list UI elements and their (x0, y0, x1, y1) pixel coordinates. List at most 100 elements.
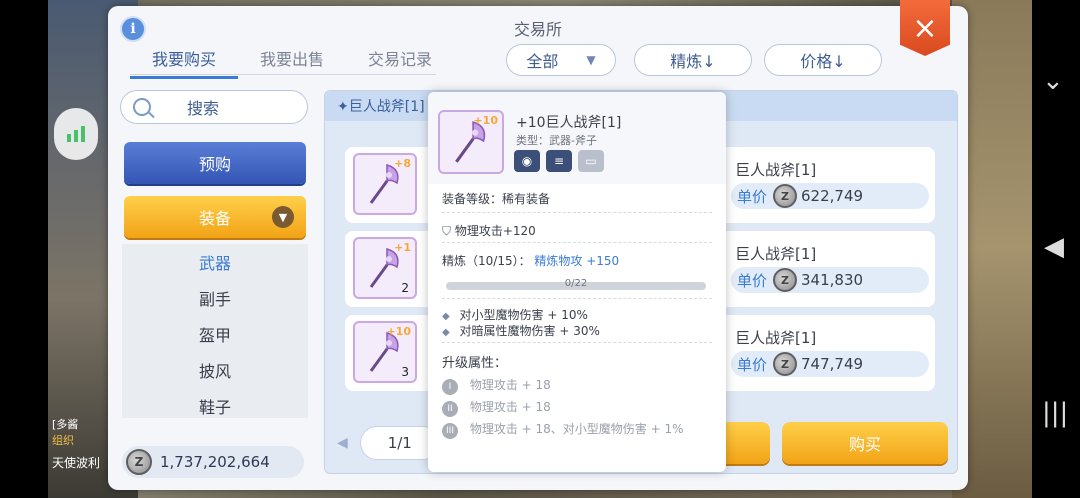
buy-button[interactable]: 购买 (782, 422, 948, 464)
tab-divider (130, 74, 436, 75)
upgrade-line: II 物理攻击 + 18 (442, 398, 712, 417)
detail-search-icon[interactable]: ≡ (546, 150, 572, 172)
effect-line: ◆ 对小型魔物伤害 + 10% (442, 306, 712, 323)
category-filter[interactable]: 全部 ▼ (506, 44, 616, 76)
signal-icon (67, 126, 85, 142)
price-value: 622,749 (801, 187, 864, 205)
effect-text: 对小型魔物伤害 + 10% (459, 308, 588, 322)
price-sort-button[interactable]: 价格↓ (764, 44, 882, 76)
triangle-down-icon: ▼ (586, 53, 596, 67)
search-button[interactable]: 搜索 (120, 90, 308, 124)
category-filter-label: 全部 (526, 52, 559, 71)
tooltip-item-thumbnail: +10 (438, 110, 504, 174)
price-label: 单价 (737, 187, 768, 206)
preview-eye-icon[interactable]: ◉ (514, 150, 540, 172)
chevron-down-icon[interactable]: ⌄ (1042, 66, 1064, 96)
price-box: 单价 Z 341,830 (731, 267, 929, 293)
tooltip-item-type: 类型：武器-斧子 (516, 134, 597, 147)
rank-badge: I (442, 379, 458, 395)
phys-attack-text: 物理攻击+120 (454, 224, 536, 238)
search-label: 搜索 (187, 99, 220, 118)
upgrade-text: 物理攻击 + 18、对小型魔物伤害 + 1% (469, 422, 684, 436)
upgrade-line: III 物理攻击 + 18、对小型魔物伤害 + 1% (442, 420, 712, 439)
diamond-bullet-icon: ◆ (442, 311, 450, 322)
refine-value: 精炼物攻 +150 (534, 254, 620, 268)
price-box: 单价 Z 622,749 (731, 183, 929, 209)
prebuy-button[interactable]: 预购 (124, 142, 306, 184)
price-value: 341,830 (801, 271, 864, 289)
price-label: 单价 (737, 271, 768, 290)
subcategory-cloak[interactable]: 披风 (122, 352, 308, 388)
price-box: 单价 Z 747,749 (731, 351, 929, 377)
zeny-coin-icon: Z (773, 352, 798, 376)
refine-sort-button[interactable]: 精炼↓ (634, 44, 752, 76)
price-sort-label: 价格↓ (800, 52, 846, 71)
rank-badge: III (442, 423, 458, 439)
item-name: 巨人战斧[1] (735, 245, 817, 263)
equip-category-button[interactable]: 装备 ▼ (124, 196, 306, 238)
recent-apps-icon[interactable]: ||| (1042, 398, 1068, 428)
player-pet: 天使波利 (52, 456, 101, 470)
card-slot-icon[interactable]: ▭ (578, 150, 604, 172)
refine-level: +10 (473, 114, 498, 127)
signal-button[interactable] (54, 108, 98, 160)
chevron-down-icon: ▼ (272, 206, 294, 228)
system-nav-bar: ⌄ ◀ ||| (1032, 0, 1080, 498)
zeny-balance: Z 1,737,202,664 (122, 446, 304, 478)
side-player-info: [多酱 组织 天使波利 (52, 416, 112, 471)
refine-level: +8 (394, 157, 411, 170)
prebuy-label: 预购 (198, 155, 231, 174)
item-count: 3 (401, 365, 409, 379)
divider (442, 342, 712, 343)
refine-progress-text: 0/22 (564, 278, 588, 289)
item-name: 巨人战斧[1] (735, 329, 817, 347)
price-value: 747,749 (801, 355, 864, 373)
divider (442, 242, 712, 243)
close-button[interactable]: × (900, 0, 950, 56)
refine-label: 精炼（10/15）： (442, 254, 531, 268)
upgrade-text: 物理攻击 + 18 (469, 400, 551, 414)
effect-line: ◆ 对暗属性魔物伤害 + 30% (442, 322, 712, 339)
divider (442, 212, 712, 213)
search-icon (133, 98, 151, 116)
pagination: ◀ 1/1 (333, 423, 440, 463)
upgrade-line: I 物理攻击 + 18 (442, 376, 712, 395)
refine-sort-label: 精炼↓ (670, 52, 716, 71)
rank-badge: II (442, 401, 458, 417)
subcategory-weapon[interactable]: 武器 (122, 244, 308, 280)
refine-level: +10 (386, 325, 411, 338)
price-label: 单价 (737, 355, 768, 374)
prev-page-icon[interactable]: ◀ (337, 435, 348, 451)
item-tooltip: +10 +10巨人战斧[1] 类型：武器-斧子 ◉ ≡ ▭ 装备等级：稀有装备 … (428, 92, 726, 472)
item-count: 2 (401, 281, 409, 295)
item-thumbnail: +1 2 (353, 237, 417, 299)
equip-label: 装备 (198, 209, 231, 228)
player-name: [多酱 (52, 418, 79, 431)
item-name: 巨人战斧[1] (735, 161, 817, 179)
zeny-coin-icon: Z (773, 184, 798, 208)
subcategory-offhand[interactable]: 副手 (122, 280, 308, 316)
phys-attack-line: ⛉ 物理攻击+120 (442, 222, 712, 239)
buy-label: 购买 (848, 435, 881, 454)
subcategory-armor[interactable]: 盔甲 (122, 316, 308, 352)
divider (442, 298, 712, 299)
upgrade-text: 物理攻击 + 18 (469, 378, 551, 392)
back-arrow-icon[interactable]: ◀ (1044, 232, 1064, 262)
upgrade-title: 升级属性： (442, 356, 508, 371)
subcategory-list: 武器 副手 盔甲 披风 鞋子 (122, 244, 308, 418)
shield-icon: ⛉ (442, 224, 452, 238)
item-thumbnail: +8 (353, 153, 417, 215)
player-guild: 组织 (52, 434, 74, 447)
diamond-bullet-icon: ◆ (442, 327, 450, 338)
subcategory-shoes[interactable]: 鞋子 (122, 388, 308, 418)
item-thumbnail: +10 3 (353, 321, 417, 383)
tooltip-action-icons: ◉ ≡ ▭ (514, 150, 604, 172)
refine-level: +1 (394, 241, 411, 254)
refine-line: 精炼（10/15）： 精炼物攻 +150 (442, 252, 712, 269)
zeny-amount: 1,737,202,664 (160, 453, 270, 471)
zeny-coin-icon: Z (126, 449, 152, 475)
close-icon: × (912, 10, 938, 46)
tooltip-item-name: +10巨人战斧[1] (516, 115, 622, 131)
zeny-coin-icon: Z (773, 268, 798, 292)
refine-progress-bar: 0/22 (446, 278, 706, 290)
